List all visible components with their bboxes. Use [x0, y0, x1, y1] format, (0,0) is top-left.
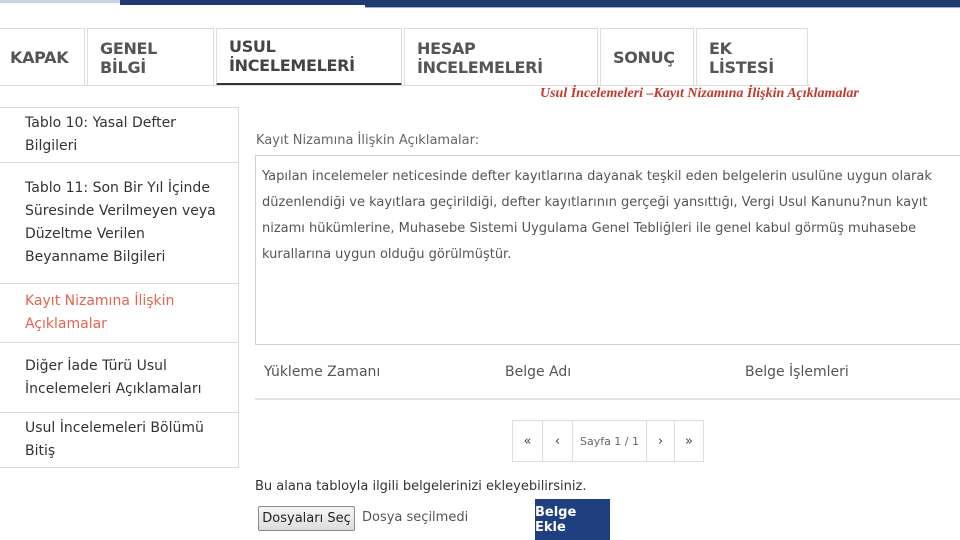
prev-page-button[interactable]: ‹: [543, 421, 573, 461]
tab-usul-incelemeleri[interactable]: USUL İNCELEMELERİ: [216, 28, 402, 86]
sidebar-item-yasal-defter[interactable]: Tablo 10: Yasal Defter Bilgileri: [0, 108, 238, 163]
file-status: Dosya seçilmedi: [362, 510, 469, 525]
column-document-name: Belge Adı: [505, 364, 572, 380]
page-info: Sayfa 1 / 1: [573, 421, 647, 461]
first-page-button[interactable]: «: [513, 421, 543, 461]
description-label: Kayıt Nizamına İlişkin Açıklamalar:: [256, 133, 480, 148]
sidebar-item-kayit-nizami[interactable]: Kayıt Nizamına İlişkin Açıklamalar: [0, 284, 238, 343]
column-document-actions: Belge İşlemleri: [745, 364, 849, 380]
next-page-button[interactable]: ›: [647, 421, 675, 461]
tab-sonuc[interactable]: SONUÇ: [600, 28, 694, 86]
tab-kapak[interactable]: KAPAK: [0, 28, 85, 86]
tab-hesap-incelemeleri[interactable]: HESAP İNCELEMELERİ: [404, 28, 598, 86]
description-textarea[interactable]: Yapılan incelemeler neticesinde defter k…: [255, 155, 960, 345]
sidebar: Tablo 10: Yasal Defter Bilgileri Tablo 1…: [0, 107, 239, 468]
section-subtitle: Usul İncelemeleri –Kayıt Nizamına İlişki…: [540, 86, 859, 101]
main-tabs: KAPAK GENEL BİLGİ USUL İNCELEMELERİ HESA…: [0, 28, 810, 86]
sidebar-item-bolum-bitis[interactable]: Usul İncelemeleri Bölümü Bitiş: [0, 413, 238, 467]
add-document-button[interactable]: Belge Ekle: [535, 499, 610, 540]
tab-genel-bilgi[interactable]: GENEL BİLGİ: [87, 28, 214, 86]
top-bar-line: [365, 7, 960, 8]
sidebar-item-beyanname[interactable]: Tablo 11: Son Bir Yıl İçinde Süresinde V…: [0, 163, 238, 284]
upload-hint: Bu alana tabloyla ilgili belgelerinizi e…: [255, 479, 587, 494]
sidebar-item-diger-iade[interactable]: Diğer İade Türü Usul İncelemeleri Açıkla…: [0, 343, 238, 413]
column-upload-time: Yükleme Zamanı: [264, 364, 381, 380]
choose-files-button[interactable]: Dosyaları Seç: [258, 506, 355, 531]
pagination: « ‹ Sayfa 1 / 1 › »: [512, 420, 704, 462]
tab-ek-listesi[interactable]: EK LİSTESİ: [696, 28, 808, 86]
top-bar-right: [365, 0, 960, 7]
top-bar: [120, 0, 365, 5]
documents-table-header: Yükleme Zamanı Belge Adı Belge İşlemleri: [255, 345, 960, 400]
top-bar-light: [0, 0, 120, 3]
last-page-button[interactable]: »: [675, 421, 703, 461]
